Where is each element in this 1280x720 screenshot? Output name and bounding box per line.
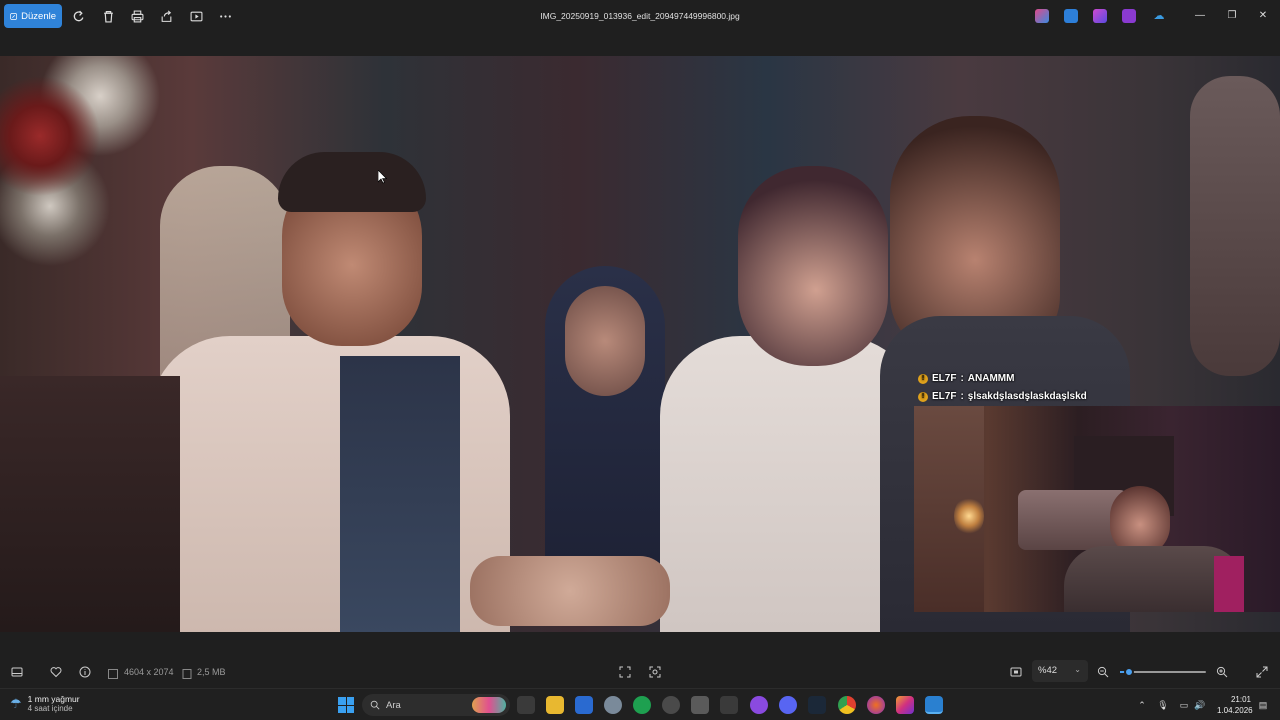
chatgpt-icon[interactable] [662, 696, 680, 714]
weather-line2: 4 saat içinde [27, 704, 73, 713]
taskbar: ☂ 1 mm yağmur 4 saat içinde Ara ⌃ 🎙 ▭ 🔊 … [0, 688, 1280, 720]
fit-screen-icon[interactable] [619, 665, 633, 679]
twitch-app-icon[interactable] [750, 696, 768, 714]
clock-time: 21:01 [1230, 695, 1251, 704]
chevron-up-icon[interactable]: ⌃ [1136, 699, 1148, 711]
clock-date: 1.04.2026 [1217, 706, 1253, 715]
person-bottom-left [0, 376, 180, 632]
chat-badge-icon: ! [918, 373, 928, 384]
chat-user: EL7F [932, 391, 957, 402]
start-icon-tile [346, 705, 354, 713]
zoom-value: %42 [1038, 665, 1058, 676]
firefox-icon[interactable] [867, 696, 885, 714]
flower-decoration [0, 56, 180, 276]
groom-vest [340, 356, 460, 632]
hands [470, 556, 670, 626]
mouse-cursor-icon [378, 170, 387, 184]
person-far-right [1190, 76, 1280, 376]
copilot-icon[interactable] [1035, 9, 1049, 23]
task-view-icon[interactable] [517, 696, 535, 714]
weather-widget[interactable]: ☂ 1 mm yağmur 4 saat içinde [10, 694, 80, 713]
file-size: 2,5 MB [197, 667, 226, 677]
dimensions-icon [107, 667, 118, 679]
headset-app-icon[interactable] [633, 696, 651, 714]
chrome-icon[interactable] [838, 696, 856, 714]
zoom-slider[interactable] [1120, 667, 1206, 677]
bottom-bar: 4604 x 2074 2,5 MB %42 ⌄ [0, 656, 1280, 688]
discord-icon[interactable] [779, 696, 797, 714]
rain-icon: ☂ [10, 695, 22, 711]
start-icon-tile [338, 705, 346, 713]
start-icon-tile [346, 697, 354, 705]
file-title: IMG_20250919_013936_edit_2094974499968​0… [540, 11, 740, 21]
capcut-icon[interactable] [720, 696, 738, 714]
designer-icon[interactable] [1064, 9, 1078, 23]
zoom-dropdown[interactable]: %42 ⌄ [1032, 660, 1088, 682]
steam-icon[interactable] [808, 696, 826, 714]
microphone-icon[interactable]: 🎙 [1157, 699, 1169, 711]
chat-separator: : [960, 391, 964, 402]
webcam-chair [1214, 556, 1244, 612]
maximize-icon[interactable]: ❐ [1225, 9, 1239, 23]
file-size-icon [181, 667, 192, 679]
network-icon[interactable]: ▭ [1178, 699, 1190, 711]
start-icon-tile [338, 697, 346, 705]
info-icon[interactable] [79, 665, 93, 679]
favorite-icon[interactable] [50, 665, 64, 679]
weather-line1: 1 mm yağmur [27, 694, 80, 704]
minimize-icon[interactable]: — [1193, 9, 1207, 23]
clipchamp-icon[interactable] [1093, 9, 1107, 23]
file-explorer-icon[interactable] [546, 696, 564, 714]
chat-separator: : [960, 373, 964, 384]
cloud-icon[interactable]: ☁ [1152, 9, 1166, 23]
zoom-slider-thumb[interactable] [1123, 667, 1134, 677]
video-editor-icon[interactable] [1122, 9, 1136, 23]
chat-text: ANAMMM [967, 373, 1015, 384]
zoom-out-icon[interactable] [1097, 665, 1111, 679]
clock[interactable]: 21:01 1.04.2026 [1217, 694, 1253, 716]
instagram-icon[interactable] [896, 696, 914, 714]
close-icon[interactable]: ✕ [1256, 9, 1270, 23]
visual-search-icon[interactable] [649, 665, 663, 679]
search-icon [370, 700, 380, 710]
middle-face [565, 286, 645, 396]
search-box[interactable]: Ara [362, 694, 510, 716]
photos-app-icon[interactable] [925, 696, 943, 714]
chat-badge-icon: ! [918, 391, 928, 402]
filmstrip-icon[interactable] [11, 665, 25, 679]
zoom-in-icon[interactable] [1216, 665, 1230, 679]
chat-message: ! EL7F : şlsakdşlasdşlaskdaşlskd [918, 391, 1087, 402]
groom-hair [278, 152, 426, 212]
app-icon[interactable] [691, 696, 709, 714]
volume-icon[interactable]: 🔊 [1194, 699, 1206, 711]
bride-face [738, 166, 888, 366]
chevron-down-icon: ⌄ [1074, 665, 1081, 674]
top-toolbar: Düzenle IMG_20250919_013936_edit_2094974… [0, 0, 1280, 32]
chat-message: ! EL7F : ANAMMM [918, 373, 1014, 384]
fullscreen-icon[interactable] [1256, 665, 1270, 679]
webcam-lamp [954, 496, 984, 536]
image-dimensions: 4604 x 2074 [124, 667, 174, 677]
search-highlight-icon [472, 697, 506, 713]
webcam-overlay [914, 406, 1280, 612]
chat-text: şlsakdşlasdşlaskdaşlskd [967, 391, 1087, 402]
settings-icon[interactable] [604, 696, 622, 714]
start-button[interactable] [337, 696, 355, 714]
photos-app-window: Düzenle IMG_20250919_013936_edit_2094974… [0, 0, 1280, 688]
search-placeholder: Ara [386, 699, 401, 711]
notification-icon[interactable]: ▤ [1257, 699, 1269, 711]
store-icon[interactable] [575, 696, 593, 714]
actual-size-icon[interactable] [1010, 665, 1024, 679]
chat-user: EL7F [932, 373, 957, 384]
